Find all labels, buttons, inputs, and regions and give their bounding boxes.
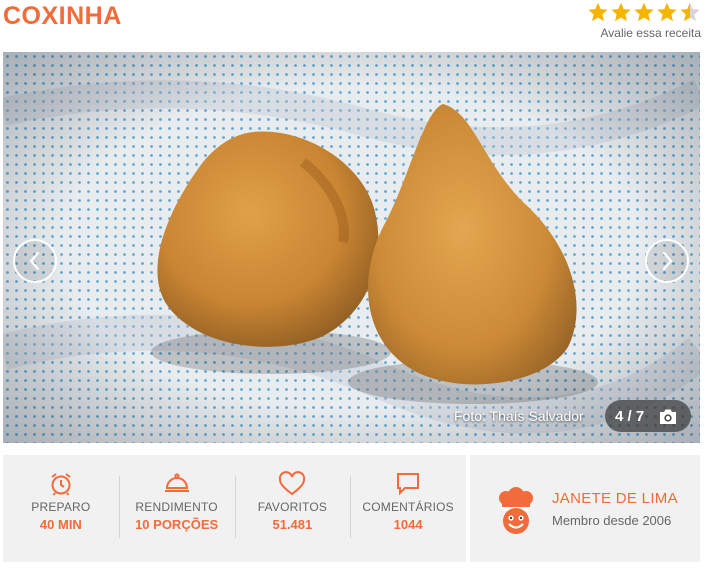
photo-counter: 4 / 7 [615, 407, 645, 425]
star-icon[interactable] [656, 1, 678, 23]
stat-value: 10 PORÇÕES [135, 516, 219, 532]
rate-recipe-label[interactable]: Avalie essa receita [581, 26, 702, 40]
chef-avatar-icon [499, 486, 533, 534]
stat-preparo: PREPARO 40 MIN [3, 470, 119, 548]
recipe-photo [3, 52, 700, 443]
author-details: JANETE DE LIMA Membro desde 2006 [552, 490, 678, 528]
chevron-right-icon [662, 251, 673, 271]
author-name[interactable]: JANETE DE LIMA [552, 490, 678, 507]
stat-label: PREPARO [31, 499, 91, 514]
half-star-icon[interactable] [679, 1, 701, 23]
star-rating[interactable] [581, 0, 701, 24]
recipe-info-panel: PREPARO 40 MIN RENDIMENTO 10 PORÇÕES FAV… [3, 455, 466, 562]
recipe-title: COXINHA [3, 2, 122, 30]
serving-dish-icon [163, 470, 191, 498]
stat-value: 1044 [393, 516, 423, 532]
stat-favoritos[interactable]: FAVORITOS 51.481 [234, 470, 351, 548]
chevron-left-icon [29, 251, 40, 271]
author-member-since: Membro desde 2006 [552, 512, 672, 528]
photo-counter-button[interactable]: 4 / 7 [605, 400, 691, 432]
stat-label: RENDIMENTO [135, 499, 218, 514]
camera-icon [660, 409, 677, 424]
photo-credit: Foto: Thaís Salvador [454, 408, 584, 424]
rating-widget[interactable]: Avalie essa receita [581, 0, 701, 40]
previous-photo-button[interactable] [13, 239, 57, 283]
stat-rendimento: RENDIMENTO 10 PORÇÕES [118, 470, 235, 548]
stat-label: COMENTÁRIOS [362, 499, 454, 514]
star-icon[interactable] [633, 1, 655, 23]
photo-gallery[interactable]: Foto: Thaís Salvador 4 / 7 [3, 52, 700, 443]
stat-label: FAVORITOS [257, 499, 328, 514]
stat-value: 40 MIN [39, 516, 82, 532]
next-photo-button[interactable] [645, 239, 689, 283]
speech-bubble-icon[interactable] [395, 470, 421, 498]
star-icon[interactable] [587, 1, 609, 23]
star-icon[interactable] [610, 1, 632, 23]
heart-icon[interactable] [278, 470, 306, 498]
alarm-clock-icon [48, 470, 74, 498]
author-card[interactable]: JANETE DE LIMA Membro desde 2006 [470, 455, 700, 562]
stat-value: 51.481 [272, 516, 313, 532]
stat-comentarios[interactable]: COMENTÁRIOS 1044 [350, 470, 466, 548]
